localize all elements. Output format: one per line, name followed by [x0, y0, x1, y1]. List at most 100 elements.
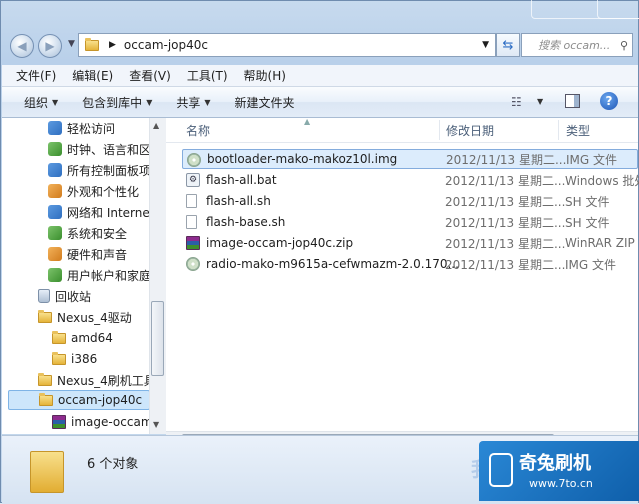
file-type: WinRAR ZIP [565, 236, 635, 250]
file-row[interactable]: radio-mako-m9615a-cefwmazm-2.0.170... 20… [182, 254, 638, 274]
nav-item-office[interactable]: 办公 [38, 432, 81, 434]
nav-item-ease-of-access[interactable]: 轻松访问 [48, 118, 115, 138]
folder-icon [85, 37, 99, 51]
recent-pages-dropdown[interactable]: ▼ [68, 39, 75, 49]
include-in-library-button[interactable]: 包含到库中 ▼ [70, 94, 164, 111]
file-row[interactable]: bootloader-mako-makoz10l.img 2012/11/13 … [182, 149, 638, 169]
back-button[interactable]: ◀ [10, 34, 34, 58]
file-row[interactable]: image-occam-jop40c.zip 2012/11/13 星期二...… [182, 233, 638, 253]
folder-icon [52, 351, 66, 365]
nav-item-network-internet[interactable]: 网络和 Internet [48, 202, 154, 222]
new-folder-button[interactable]: 新建文件夹 [223, 94, 307, 111]
user-accounts-icon [48, 268, 62, 282]
column-type[interactable]: 类型 [566, 122, 590, 139]
menu-edit[interactable]: 编辑(E) [64, 67, 121, 84]
view-options-icon[interactable]: ☷ [511, 95, 522, 109]
file-list: ▲ 名称 修改日期 类型 bootloader-mako-makoz10l.im… [166, 117, 639, 434]
breadcrumb-chevron-icon[interactable]: ▶ [109, 40, 116, 50]
nav-label: 硬件和声音 [67, 247, 128, 262]
organize-button[interactable]: 组织 ▼ [2, 94, 70, 111]
file-date: 2012/11/13 星期二... [445, 257, 566, 272]
nav-label: i386 [71, 352, 98, 366]
nav-label: occam-jop40c [58, 393, 143, 407]
menu-help[interactable]: 帮助(H) [236, 67, 294, 84]
column-divider[interactable] [439, 120, 440, 140]
column-date[interactable]: 修改日期 [446, 122, 494, 139]
disc-image-icon [187, 153, 201, 167]
window-frame-decoration [597, 0, 639, 19]
folder-icon [38, 372, 52, 386]
chevron-down-icon: ▼ [52, 97, 59, 107]
nav-label: Nexus_4刷机工具 [57, 373, 156, 388]
refresh-button[interactable]: ⇆ [496, 33, 520, 57]
preview-pane-icon[interactable] [565, 94, 580, 108]
nav-item-all-control-panel[interactable]: 所有控制面板项 [48, 160, 151, 180]
watermark-url: www.7to.cn [529, 477, 593, 490]
menu-file[interactable]: 文件(F) [2, 67, 64, 84]
phone-logo-icon [489, 453, 513, 487]
file-row[interactable]: flash-all.sh 2012/11/13 星期二... SH 文件 [182, 191, 638, 211]
nav-item-hardware-sound[interactable]: 硬件和声音 [48, 244, 127, 264]
file-type: IMG 文件 [565, 257, 617, 272]
nav-label: 轻松访问 [67, 121, 116, 136]
refresh-icon: ⇆ [502, 37, 514, 53]
breadcrumb-current[interactable]: occam-jop40c [124, 38, 208, 52]
file-row[interactable]: ⚙ flash-all.bat 2012/11/13 星期二... Window… [182, 170, 639, 190]
menu-view[interactable]: 查看(V) [121, 67, 179, 84]
nav-item-nexus-flash-tool[interactable]: Nexus_4刷机工具 [38, 370, 156, 390]
ease-of-access-icon [48, 121, 62, 135]
file-name: flash-all.bat [206, 173, 277, 187]
nav-vertical-scrollbar[interactable]: ▲ ▼ [149, 118, 166, 434]
search-icon[interactable]: ⚲ [620, 39, 628, 52]
menu-bar: 文件(F) 编辑(E) 查看(V) 工具(T) 帮助(H) [2, 65, 638, 87]
file-name: image-occam-jop40c.zip [206, 236, 354, 250]
nav-item-system-security[interactable]: 系统和安全 [48, 223, 127, 243]
scroll-thumb[interactable] [151, 301, 164, 376]
help-icon[interactable]: ? [600, 92, 618, 110]
nav-label: 系统和安全 [67, 226, 128, 241]
nav-item-nexus-driver[interactable]: Nexus_4驱动 [38, 307, 132, 327]
view-dropdown-icon[interactable]: ▼ [537, 97, 543, 106]
address-bar[interactable]: ▶ occam-jop40c ▼ [78, 33, 496, 57]
nav-item-i386[interactable]: i386 [52, 349, 97, 369]
forward-button[interactable]: ▶ [38, 34, 62, 58]
address-dropdown-icon[interactable]: ▼ [482, 40, 489, 50]
file-row[interactable]: flash-base.sh 2012/11/13 星期二... SH 文件 [182, 212, 638, 232]
nav-item-amd64[interactable]: amd64 [52, 328, 113, 348]
folder-icon [39, 392, 53, 406]
nav-label: image-occam- [71, 415, 157, 429]
nav-item-image-occam[interactable]: image-occam- [52, 412, 157, 432]
share-button[interactable]: 共享 ▼ [164, 94, 222, 111]
navigation-pane: 轻松访问 时钟、语言和区 所有控制面板项 外观和个性化 网络和 Internet… [2, 118, 166, 434]
scroll-up-icon[interactable]: ▲ [153, 121, 159, 130]
security-shield-icon [48, 226, 62, 240]
scroll-down-icon[interactable]: ▼ [153, 420, 159, 429]
column-name[interactable]: 名称 [186, 122, 210, 139]
include-in-library-label: 包含到库中 [82, 95, 143, 110]
folder-icon [52, 330, 66, 344]
file-date: 2012/11/13 星期二... [445, 194, 566, 209]
chevron-down-icon: ▼ [204, 97, 211, 107]
nav-item-appearance[interactable]: 外观和个性化 [48, 181, 139, 201]
nav-item-clock-language[interactable]: 时钟、语言和区 [48, 139, 151, 159]
search-input[interactable]: 搜索 occam... ⚲ [521, 33, 633, 57]
organize-label: 组织 [24, 95, 49, 110]
column-divider[interactable] [558, 120, 559, 140]
nav-label: 办公 [57, 434, 81, 435]
winrar-archive-icon [52, 415, 66, 429]
menu-tools[interactable]: 工具(T) [179, 67, 236, 84]
nav-item-user-accounts[interactable]: 用户帐户和家庭 [48, 265, 151, 285]
nav-item-recycle-bin[interactable]: 回收站 [38, 286, 91, 306]
clock-language-icon [48, 142, 62, 156]
folder-icon [38, 309, 52, 323]
nav-item-occam-jop40c[interactable]: occam-jop40c [8, 390, 150, 410]
watermark-title: 奇兔刷机 [519, 453, 591, 474]
share-label: 共享 [176, 95, 201, 110]
nav-label: Nexus_4驱动 [57, 310, 132, 325]
document-icon [186, 215, 197, 229]
sort-ascending-icon: ▲ [304, 117, 311, 126]
file-date: 2012/11/13 星期二... [445, 215, 566, 230]
file-type: SH 文件 [565, 194, 610, 209]
nav-label: 外观和个性化 [67, 184, 140, 199]
batch-file-icon: ⚙ [186, 173, 200, 187]
